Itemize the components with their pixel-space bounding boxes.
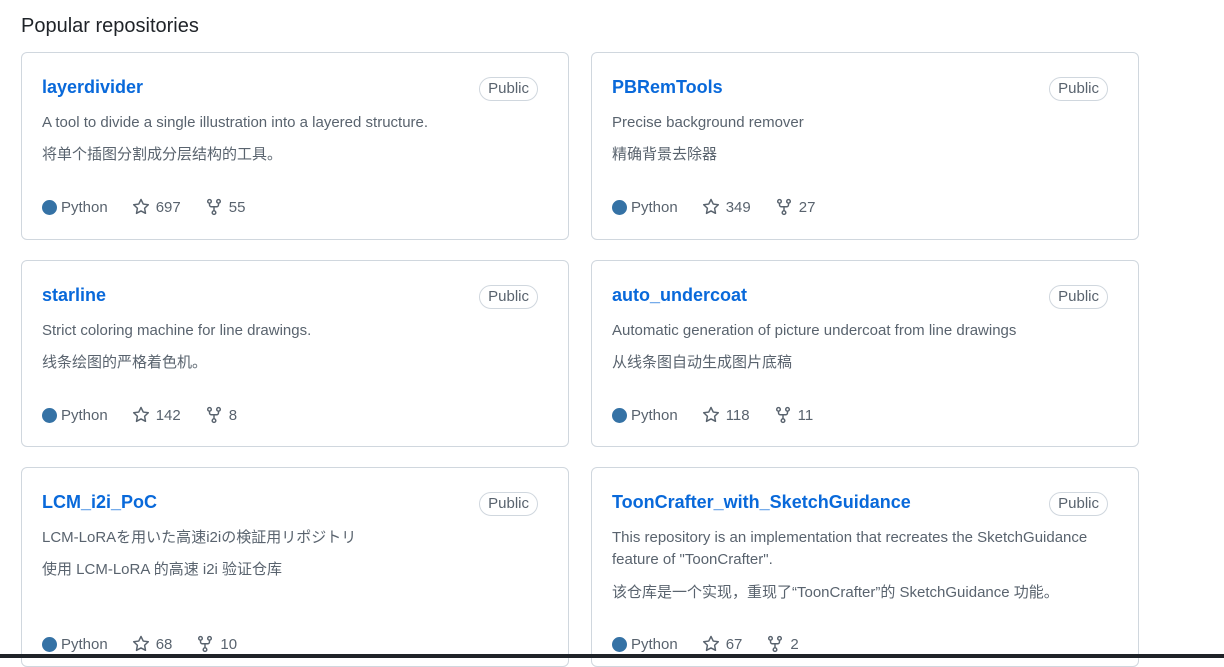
star-icon [132,406,149,423]
fork-icon [776,198,791,216]
forks-count: 27 [798,198,816,216]
visibility-badge: Public [1049,285,1108,309]
repo-language: Python [42,407,108,424]
visibility-badge: Public [479,285,538,309]
repo-language: Python [42,636,108,653]
star-icon [132,198,149,215]
repo-description: Strict coloring machine for line drawing… [42,322,312,339]
repo-card: layerdivider Public A tool to divide a s… [21,52,569,240]
repo-meta: Python 67 2 [612,633,823,655]
repo-card: LCM_i2i_PoC Public LCM-LoRAを用いた高速i2iの検証用… [21,467,569,667]
visibility-badge: Public [479,492,538,516]
repo-description-zh: 将单个插图分割成分层结构的工具。 [42,146,283,163]
language-color-dot [42,407,57,423]
repo-name-link[interactable]: ToonCrafter_with_SketchGuidance [612,492,911,513]
star-icon [702,198,719,215]
language-label: Python [61,406,108,424]
repo-meta: Python 349 27 [612,196,839,218]
repo-meta: Python 118 11 [612,404,837,426]
forks-count: 8 [228,406,238,424]
language-label: Python [631,635,678,653]
star-icon [702,635,719,652]
section-title: Popular repositories [21,15,199,37]
language-label: Python [631,406,678,424]
stars-count: 118 [725,406,750,424]
fork-icon [206,406,221,424]
language-label: Python [61,198,108,216]
repo-description: Automatic generation of picture undercoa… [612,322,1017,339]
visibility-badge: Public [1049,77,1108,101]
repo-name-link[interactable]: auto_undercoat [612,285,747,306]
forks-count: 11 [797,406,814,424]
repo-card: PBRemTools Public Precise background rem… [591,52,1139,240]
stars-count: 349 [725,198,751,216]
repo-description-zh: 线条绘图的严格着色机。 [42,354,208,371]
stars-link[interactable]: 68 [132,635,173,653]
repo-description-cont: feature of "ToonCrafter". [612,551,773,568]
repo-description: LCM-LoRAを用いた高速i2iの検証用リポジトリ [42,529,357,546]
stars-link[interactable]: 349 [702,198,751,216]
stars-count: 68 [155,635,173,653]
forks-count: 2 [790,635,799,653]
repo-description: This repository is an implementation tha… [612,529,1088,546]
language-color-dot [42,636,57,652]
language-label: Python [61,635,108,653]
repo-language: Python [42,199,108,216]
repo-card: starline Public Strict coloring machine … [21,260,569,447]
stars-link[interactable]: 67 [702,635,743,653]
stars-count: 67 [725,635,743,653]
repo-name-link[interactable]: LCM_i2i_PoC [42,492,157,513]
repo-name-link[interactable]: PBRemTools [612,77,723,98]
forks-link[interactable]: 11 [774,406,814,424]
visibility-badge: Public [1049,492,1108,516]
fork-icon [198,635,213,653]
star-icon [702,406,719,423]
fork-icon [775,406,790,424]
forks-link[interactable]: 55 [205,198,246,216]
language-color-dot [612,636,627,652]
window-bottom-edge [0,654,1224,658]
stars-count: 142 [155,406,181,424]
fork-icon [206,198,221,216]
repo-language: Python [612,199,678,216]
repo-card: ToonCrafter_with_SketchGuidance Public T… [591,467,1139,667]
forks-link[interactable]: 8 [205,406,237,424]
stars-link[interactable]: 118 [702,406,750,424]
repo-language: Python [612,636,678,653]
repo-meta: Python 142 8 [42,404,261,426]
repo-language: Python [612,407,678,424]
forks-count: 10 [220,635,238,653]
language-color-dot [42,199,57,215]
repo-name-link[interactable]: layerdivider [42,77,143,98]
stars-link[interactable]: 697 [132,198,181,216]
forks-count: 55 [228,198,246,216]
repo-description-zh: 使用 LCM-LoRA 的高速 i2i 验证仓库 [42,561,283,578]
repo-description: Precise background remover [612,114,804,131]
visibility-badge: Public [479,77,538,101]
fork-icon [768,635,783,653]
forks-link[interactable]: 27 [775,198,816,216]
repo-card: auto_undercoat Public Automatic generati… [591,260,1139,447]
repo-description-zh: 精确背景去除器 [612,146,718,163]
stars-count: 697 [155,198,181,216]
repo-meta: Python 68 10 [42,633,261,655]
language-label: Python [631,198,678,216]
repo-name-link[interactable]: starline [42,285,106,306]
repo-description-zh: 从线条图自动生成图片底稿 [612,354,793,371]
repo-description: A tool to divide a single illustration i… [42,114,429,131]
repo-meta: Python 697 55 [42,196,269,218]
repo-description-zh: 该仓库是一个实现，重现了“ToonCrafter”的 SketchGuidanc… [612,584,1059,601]
forks-link[interactable]: 10 [196,635,237,653]
star-icon [132,635,149,652]
language-color-dot [612,407,627,423]
language-color-dot [612,199,627,215]
stars-link[interactable]: 142 [132,406,181,424]
forks-link[interactable]: 2 [766,635,799,653]
